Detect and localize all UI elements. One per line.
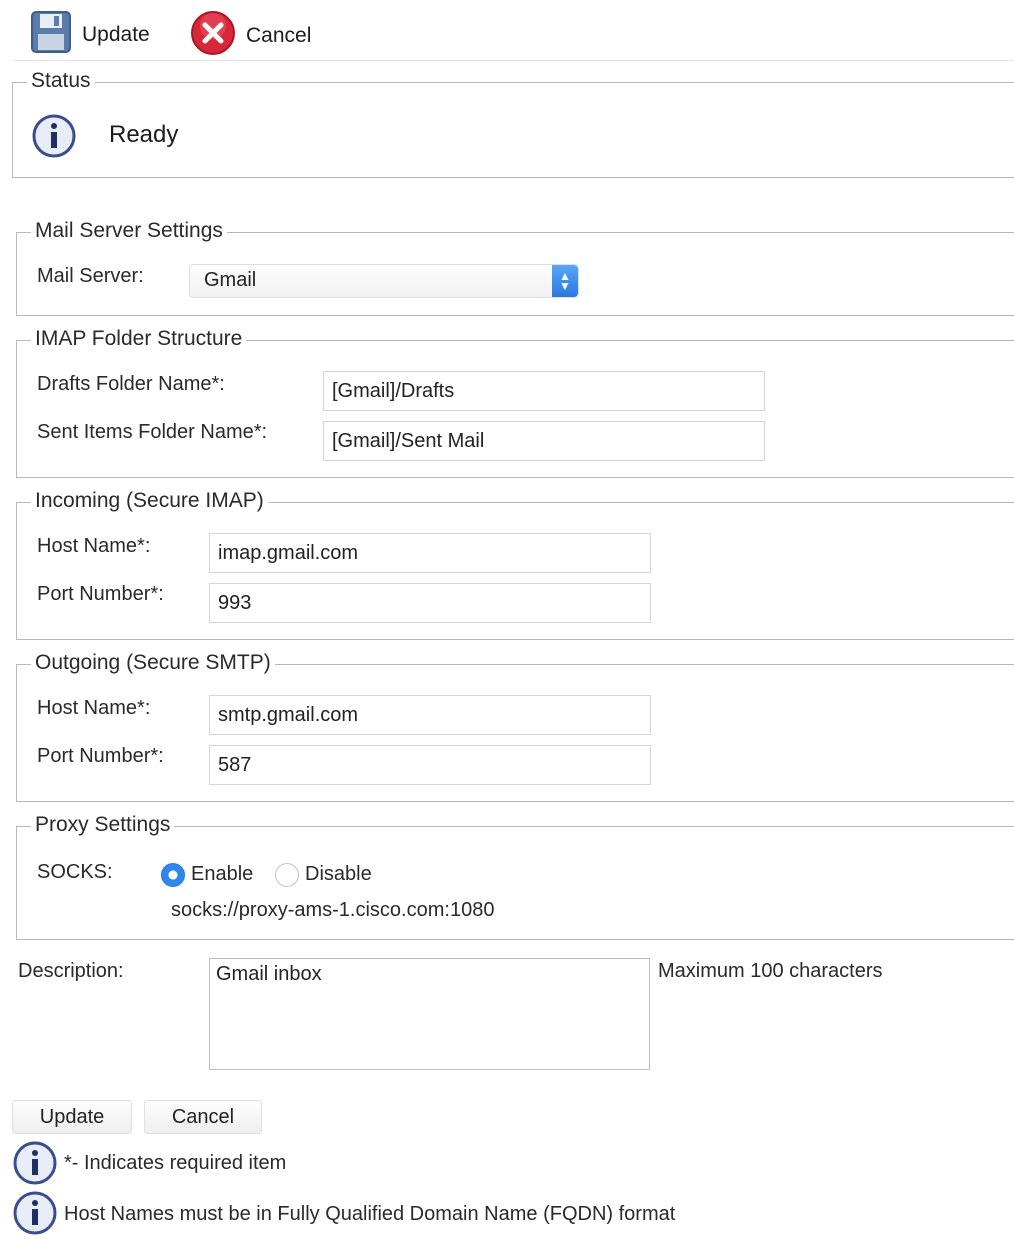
description-textarea[interactable]: Gmail inbox	[209, 958, 650, 1070]
toolbar: Update Cancel	[14, 4, 1014, 61]
fqdn-info-icon	[12, 1190, 58, 1242]
incoming-host-label: Host Name*:	[37, 535, 151, 557]
toolbar-cancel-label: Cancel	[246, 24, 312, 47]
outgoing-host-label: Host Name*:	[37, 697, 151, 719]
incoming-imap-section: Incoming (Secure IMAP) Host Name*: Port …	[16, 488, 1014, 640]
outgoing-port-label: Port Number*:	[37, 745, 164, 767]
proxy-settings-legend: Proxy Settings	[31, 812, 175, 838]
toolbar-cancel-button[interactable]: Cancel	[190, 10, 311, 62]
outgoing-smtp-section: Outgoing (Secure SMTP) Host Name*: Port …	[16, 650, 1014, 802]
description-label: Description:	[18, 960, 124, 982]
outgoing-legend: Outgoing (Secure SMTP)	[31, 650, 275, 676]
required-note-text: *- Indicates required item	[64, 1152, 287, 1174]
select-arrows-icon: ▲ ▼	[552, 265, 578, 297]
sent-items-folder-label: Sent Items Folder Name*:	[37, 421, 268, 443]
toolbar-update-label: Update	[82, 23, 150, 46]
status-text: Ready	[109, 121, 179, 148]
drafts-folder-input[interactable]	[323, 371, 765, 411]
socks-enable-label[interactable]: Enable	[191, 863, 253, 886]
outgoing-port-input[interactable]	[209, 745, 651, 785]
incoming-legend: Incoming (Secure IMAP)	[31, 488, 268, 514]
drafts-folder-label: Drafts Folder Name*:	[37, 373, 225, 395]
mail-server-settings-legend: Mail Server Settings	[31, 218, 227, 244]
mail-server-label: Mail Server:	[37, 265, 144, 287]
socks-disable-label[interactable]: Disable	[305, 863, 372, 886]
cancel-x-icon	[190, 10, 236, 62]
imap-folder-structure-section: IMAP Folder Structure Drafts Folder Name…	[16, 326, 1014, 478]
outgoing-host-input[interactable]	[209, 695, 651, 735]
fqdn-note-text: Host Names must be in Fully Qualified Do…	[64, 1203, 676, 1225]
update-button[interactable]: Update	[12, 1100, 132, 1134]
socks-label: SOCKS:	[37, 861, 113, 883]
proxy-settings-section: Proxy Settings SOCKS: Enable Disable soc…	[16, 812, 1014, 940]
description-hint: Maximum 100 characters	[658, 960, 883, 982]
sent-items-folder-input[interactable]	[323, 421, 765, 461]
incoming-port-input[interactable]	[209, 583, 651, 623]
required-info-icon	[12, 1140, 58, 1192]
mail-server-selected-value: Gmail	[204, 269, 257, 291]
imap-folder-structure-legend: IMAP Folder Structure	[31, 326, 247, 352]
save-disk-icon	[30, 10, 72, 60]
socks-disable-radio[interactable]	[275, 863, 299, 887]
cancel-button[interactable]: Cancel	[144, 1100, 262, 1134]
socks-enable-radio[interactable]	[161, 863, 185, 887]
incoming-host-input[interactable]	[209, 533, 651, 573]
info-icon	[31, 113, 77, 165]
status-legend: Status	[27, 68, 95, 94]
incoming-port-label: Port Number*:	[37, 583, 164, 605]
status-section: Status Ready	[12, 68, 1014, 178]
mail-server-settings-section: Mail Server Settings Mail Server: Gmail …	[16, 218, 1014, 316]
toolbar-update-button[interactable]: Update	[30, 10, 150, 60]
mail-server-select[interactable]: Gmail ▲ ▼	[189, 264, 579, 298]
proxy-url-text: socks://proxy-ams-1.cisco.com:1080	[171, 899, 495, 921]
